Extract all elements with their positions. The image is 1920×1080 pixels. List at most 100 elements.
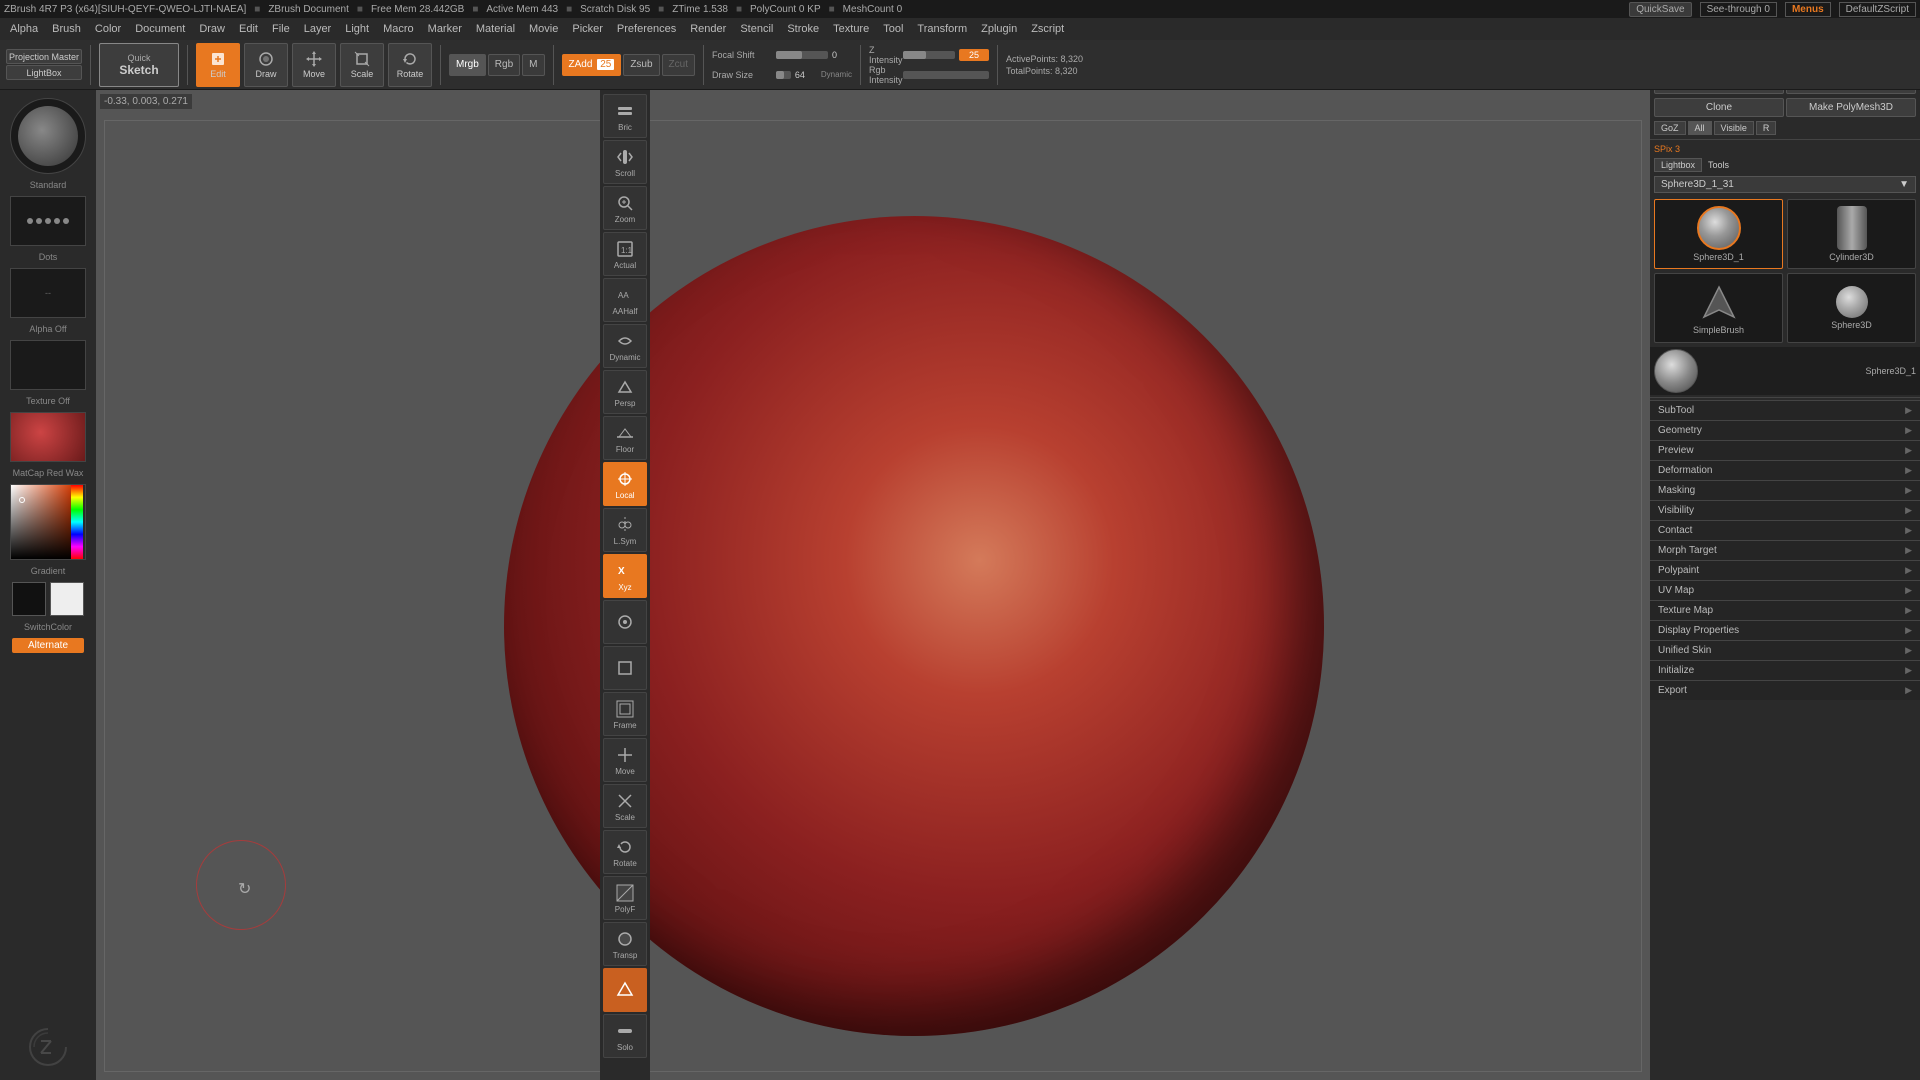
canvas-bg[interactable]: -0.33, 0.003, 0.271 ↻ [96,90,1650,1080]
scale-side-icon-btn[interactable]: Scale [603,784,647,828]
canvas-area[interactable]: -0.33, 0.003, 0.271 ↻ [96,90,1650,1080]
frame-icon-btn[interactable]: Frame [603,692,647,736]
menu-preferences[interactable]: Preferences [611,21,682,37]
menu-marker[interactable]: Marker [422,21,468,37]
alpha-preview[interactable]: -- [10,268,86,318]
unified-skin-section[interactable]: Unified Skin ▶ [1650,640,1920,660]
default-zscript-label[interactable]: DefaultZScript [1839,2,1916,17]
mesh-item-sphere3d1[interactable]: Sphere3D_1 [1654,199,1783,269]
scale-btn[interactable]: Scale [340,43,384,87]
see-through-label[interactable]: See-through 0 [1700,2,1777,17]
swatch-white[interactable] [50,582,84,616]
color-picker[interactable] [10,484,86,560]
menu-document[interactable]: Document [129,21,191,37]
sphere3d1-sub-preview[interactable] [1654,349,1698,393]
menu-transform[interactable]: Transform [911,21,973,37]
texture-map-section[interactable]: Texture Map ▶ [1650,600,1920,620]
menu-color[interactable]: Color [89,21,127,37]
goz-btn[interactable]: GoZ [1654,121,1686,135]
mrgb-btn[interactable]: Mrgb [449,54,486,76]
menu-brush[interactable]: Brush [46,21,87,37]
menu-file[interactable]: File [266,21,296,37]
move-side-icon-btn[interactable]: Move [603,738,647,782]
dots-preview[interactable] [10,196,86,246]
mesh-item-cylinder3d[interactable]: Cylinder3D [1787,199,1916,269]
mesh-item-sphere3d[interactable]: Sphere3D [1787,273,1916,343]
quick-save-btn[interactable]: QuickSave [1629,2,1691,17]
z-intensity-slider[interactable] [903,51,955,59]
menu-movie[interactable]: Movie [523,21,564,37]
polypaint-section[interactable]: Polypaint ▶ [1650,560,1920,580]
quick-sketch-btn[interactable]: Quick Sketch [99,43,179,87]
linefill-icon-btn[interactable]: PolyF [603,876,647,920]
dynamic-icon-btn[interactable]: Dynamic [603,324,647,368]
geometry-section[interactable]: Geometry ▶ [1650,420,1920,440]
snap1-icon-btn[interactable] [603,600,647,644]
xyz-icon-btn[interactable]: X Xyz [603,554,647,598]
subtool-section[interactable]: SubTool ▶ [1650,400,1920,420]
snap2-icon-btn[interactable] [603,646,647,690]
transp-icon-btn[interactable]: Transp [603,922,647,966]
draw-size-slider[interactable] [776,71,791,79]
zadd-btn[interactable]: ZAdd 25 [562,54,622,76]
alternate-btn[interactable]: Alternate [12,638,84,653]
mesh-item-simplebrush[interactable]: SimpleBrush [1654,273,1783,343]
color-hue-bar[interactable] [71,485,83,559]
preview-section[interactable]: Preview ▶ [1650,440,1920,460]
draw-btn[interactable]: Draw [244,43,288,87]
menu-material[interactable]: Material [470,21,521,37]
lightbox-btn[interactable]: LightBox [6,65,82,80]
rgb-intensity-slider[interactable] [903,71,989,79]
rotate-btn[interactable]: Rotate [388,43,432,87]
actual-icon-btn[interactable]: 1:1 Actual [603,232,647,276]
aahalf-icon-btn[interactable]: AA AAHalf [603,278,647,322]
menu-zplugin[interactable]: Zplugin [975,21,1023,37]
scroll-icon-btn[interactable]: Scroll [603,140,647,184]
menu-tool[interactable]: Tool [877,21,909,37]
menu-draw[interactable]: Draw [193,21,231,37]
menu-picker[interactable]: Picker [566,21,609,37]
uv-map-section[interactable]: UV Map ▶ [1650,580,1920,600]
visibility-section[interactable]: Visibility ▶ [1650,500,1920,520]
initialize-section[interactable]: Initialize ▶ [1650,660,1920,680]
r-btn[interactable]: R [1756,121,1777,135]
deformation-section[interactable]: Deformation ▶ [1650,460,1920,480]
menus-label[interactable]: Menus [1785,2,1831,17]
menu-light[interactable]: Light [339,21,375,37]
visible-btn[interactable]: Visible [1714,121,1754,135]
floor-icon-btn[interactable]: Floor [603,416,647,460]
lsym-icon-btn[interactable]: L.Sym [603,508,647,552]
focal-shift-slider[interactable] [776,51,828,59]
move-btn[interactable]: Move [292,43,336,87]
persp-icon-btn[interactable]: Persp [603,370,647,414]
morph-target-section[interactable]: Morph Target ▶ [1650,540,1920,560]
rgb-btn[interactable]: Rgb [488,54,520,76]
menu-stencil[interactable]: Stencil [734,21,779,37]
zsub-btn[interactable]: Zsub [623,54,659,76]
masking-section[interactable]: Masking ▶ [1650,480,1920,500]
contact-section[interactable]: Contact ▶ [1650,520,1920,540]
rotate-side-icon-btn[interactable]: Rotate [603,830,647,874]
brush-preview[interactable] [10,98,86,174]
menu-alpha[interactable]: Alpha [4,21,44,37]
texture-preview[interactable] [10,340,86,390]
menu-stroke[interactable]: Stroke [781,21,825,37]
edit-btn[interactable]: Edit [196,43,240,87]
export-section[interactable]: Export ▶ [1650,680,1920,700]
solo-icon-btn[interactable]: Solo [603,1014,647,1058]
bric-icon-btn[interactable]: Bric [603,94,647,138]
zoom-icon-btn[interactable]: Zoom [603,186,647,230]
menu-layer[interactable]: Layer [298,21,338,37]
make-polymesh3d-btn[interactable]: Make PolyMesh3D [1786,98,1916,117]
projection-master-btn[interactable]: Projection Master [6,49,82,64]
lightbox-label[interactable]: Lightbox [1654,158,1702,172]
mesh-selector[interactable]: Sphere3D_1_31 ▼ [1654,176,1916,193]
zcut-btn[interactable]: Zcut [662,54,695,76]
m-btn[interactable]: M [522,54,544,76]
all-btn[interactable]: All [1688,121,1712,135]
swatch-black[interactable] [12,582,46,616]
menu-edit[interactable]: Edit [233,21,264,37]
dynamic2-icon-btn[interactable] [603,968,647,1012]
menu-texture[interactable]: Texture [827,21,875,37]
menu-zscript[interactable]: Zscript [1025,21,1070,37]
